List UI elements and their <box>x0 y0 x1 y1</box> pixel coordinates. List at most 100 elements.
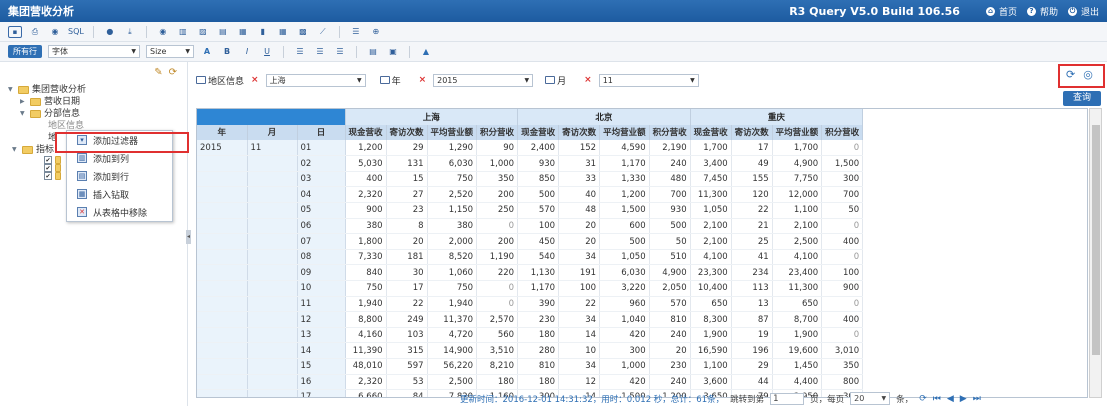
filter-select-month[interactable]: 11 ▼ <box>598 73 699 87</box>
refresh-icon[interactable]: ⟳ <box>169 67 177 78</box>
align-right-icon[interactable]: ☰ <box>333 45 347 59</box>
dim-header[interactable]: 月 <box>247 124 298 141</box>
font-color-button[interactable]: A <box>200 45 214 59</box>
measure-header[interactable]: 平均营业额 <box>772 124 823 141</box>
measure-header[interactable]: 寄访次数 <box>386 124 428 141</box>
first-page-icon[interactable]: ⏮ <box>933 394 941 404</box>
measure-header[interactable]: 寄访次数 <box>558 124 601 141</box>
size-select[interactable]: Size ▼ <box>146 45 194 58</box>
table-row[interactable]: 10 750 17 750 0 1,170 100 3,220 2,050 10,400 113 11… <box>197 280 864 297</box>
measure-header[interactable]: 现金营收 <box>345 124 387 141</box>
table-row[interactable]: 08 7,330 181 8,520 1,190 540 34 1,050 510 4,100 41… <box>197 249 864 266</box>
remove-filter-icon[interactable]: × <box>251 75 259 85</box>
save-icon[interactable]: ▪ <box>8 25 22 38</box>
filter-select-region[interactable]: 上海 ▼ <box>265 73 366 87</box>
measure-header[interactable]: 平均营业额 <box>427 124 478 141</box>
nav-home[interactable]: ⌂ 首页 <box>985 5 1017 18</box>
query-button[interactable]: 查询 <box>1063 91 1101 106</box>
align-left-icon[interactable]: ☰ <box>293 45 307 59</box>
measure-header[interactable]: 积分营收 <box>476 124 519 141</box>
filter-select-year[interactable]: 2015 ▼ <box>433 73 534 87</box>
print-icon[interactable]: ⎙ <box>28 25 42 39</box>
table-row[interactable]: 03 400 15 750 350 850 33 1,330 480 7,450 155 7,750 3… <box>197 171 864 188</box>
view-icon[interactable]: ◉ <box>48 25 62 39</box>
grid-icon[interactable]: ▦ <box>236 25 250 39</box>
measure-header[interactable]: 平均营业额 <box>599 124 650 141</box>
bold-button[interactable]: B <box>220 45 234 59</box>
italic-button[interactable]: I <box>240 45 254 59</box>
checkbox[interactable]: ✔ <box>44 156 52 164</box>
measure-header[interactable]: 寄访次数 <box>731 124 773 141</box>
all-rows-button[interactable]: 所有行 <box>8 45 42 58</box>
last-page-icon[interactable]: ⏭ <box>973 394 981 404</box>
table-row[interactable]: 07 1,800 20 2,000 200 450 20 500 50 2,100 25 2,500 4… <box>197 233 864 250</box>
download-icon[interactable]: ⤓ <box>123 25 137 39</box>
checkbox[interactable]: ✔ <box>44 164 52 172</box>
trend-icon[interactable]: ⟋ <box>316 25 330 39</box>
table-row[interactable]: 2015 11 01 1,200 29 1,290 90 2,400 152 4,590 2,190… <box>197 140 864 157</box>
table-cell: 8,700 <box>772 311 823 328</box>
refresh-icon[interactable]: ◉ <box>156 25 170 39</box>
warning-icon[interactable]: ▲ <box>419 45 433 59</box>
tree-node-label: 营收日期 <box>44 97 81 107</box>
menu-add-row[interactable]: ▤ 添加到行 <box>67 167 172 185</box>
measure-header[interactable]: 积分营收 <box>649 124 691 141</box>
chevron-down-icon: ▼ <box>524 76 530 84</box>
remove-filter-icon[interactable]: × <box>584 75 592 85</box>
list-icon[interactable]: ☰ <box>349 25 363 39</box>
page-input[interactable]: 1 <box>770 392 805 405</box>
scrollbar-thumb[interactable] <box>1092 125 1100 355</box>
table-row[interactable]: 12 8,800 249 11,370 2,570 230 34 1,040 810 8,300 8… <box>197 311 864 328</box>
folder-icon <box>18 86 29 94</box>
chevron-down-icon: ▼ <box>356 76 362 84</box>
nav-help[interactable]: ? 帮助 <box>1026 5 1058 18</box>
measure-header[interactable]: 现金营收 <box>690 124 732 141</box>
font-select[interactable]: 字体 ▼ <box>48 45 140 58</box>
measure-header[interactable]: 现金营收 <box>517 124 560 141</box>
tree-node-division[interactable]: ▼ 分部信息 <box>8 108 86 120</box>
next-page-icon[interactable]: ▶ <box>960 394 967 404</box>
table-row[interactable]: 06 380 8 380 0 100 20 600 500 2,100 21 2,100 0 <box>197 218 864 235</box>
table-row[interactable]: 04 2,320 27 2,520 200 500 40 1,200 700 11,300 120 1… <box>197 186 864 204</box>
underline-button[interactable]: U <box>260 45 274 59</box>
table-row[interactable]: 16 2,320 53 2,500 180 180 12 420 240 3,600 44 4,400… <box>197 374 864 391</box>
table-cell: 12 <box>297 311 346 328</box>
menu-remove[interactable]: ✕ 从表格中移除 <box>67 203 172 221</box>
prev-page-icon[interactable]: ◀ <box>947 394 954 404</box>
format-icon[interactable]: ▤ <box>366 45 380 59</box>
align-center-icon[interactable]: ☰ <box>313 45 327 59</box>
splitter-handle[interactable]: ◂ <box>186 230 191 244</box>
style-icon[interactable]: ▣ <box>386 45 400 59</box>
nav-logout[interactable]: ⏻ 退出 <box>1067 5 1099 18</box>
table-cell <box>197 249 248 266</box>
menu-insert-drill[interactable]: ▦ 插入钻取 <box>67 185 172 203</box>
tree-node-date[interactable]: ▶ 营收日期 <box>8 96 86 108</box>
tree-node-root[interactable]: ▼ 集团营收分析 <box>8 84 86 96</box>
vertical-scrollbar[interactable] <box>1089 108 1102 398</box>
layout-icon[interactable]: ▤ <box>216 25 230 39</box>
edit-icon[interactable]: ▨ <box>196 25 210 39</box>
per-page-select[interactable]: 20 ▼ <box>850 392 891 405</box>
edit-icon[interactable]: ✎ <box>154 67 162 78</box>
settings-icon[interactable]: ⊕ <box>369 25 383 39</box>
table-row[interactable]: 09 840 30 1,060 220 1,130 191 6,030 4,900 23,300 2… <box>197 264 864 282</box>
table-row[interactable]: 02 5,030 131 6,030 1,000 930 31 1,170 240 3,400 49… <box>197 155 864 172</box>
table-row[interactable]: 05 900 23 1,150 250 570 48 1,500 930 1,050 22 1,100… <box>197 202 864 219</box>
table-row[interactable]: 13 4,160 103 4,720 560 180 14 420 240 1,900 19 1,90… <box>197 327 864 344</box>
refresh-icon[interactable]: ⟳ <box>919 394 927 404</box>
header-row-regions: 上海 北京 重庆 <box>197 109 864 125</box>
measure-header[interactable]: 积分营收 <box>821 124 864 141</box>
table-icon[interactable]: ▦ <box>276 25 290 39</box>
checkbox[interactable]: ✔ <box>44 172 52 180</box>
remove-filter-icon[interactable]: × <box>419 75 427 85</box>
chart-icon[interactable]: ▥ <box>176 25 190 39</box>
sql-button[interactable]: SQL <box>68 25 84 39</box>
dim-header[interactable]: 年 <box>197 124 248 141</box>
table-row[interactable]: 11 1,940 22 1,940 0 390 22 960 570 650 13 650 0 <box>197 296 864 313</box>
bar-chart-icon[interactable]: ▮ <box>256 25 270 39</box>
export-icon[interactable]: ▩ <box>296 25 310 39</box>
info-icon[interactable]: ● <box>103 25 117 39</box>
table-row[interactable]: 14 11,390 315 14,900 3,510 280 10 300 20 16,590 19… <box>197 342 864 359</box>
table-row[interactable]: 15 48,010 597 56,220 8,210 810 34 1,000 230 1,100… <box>197 358 864 375</box>
dim-header[interactable]: 日 <box>297 124 346 141</box>
